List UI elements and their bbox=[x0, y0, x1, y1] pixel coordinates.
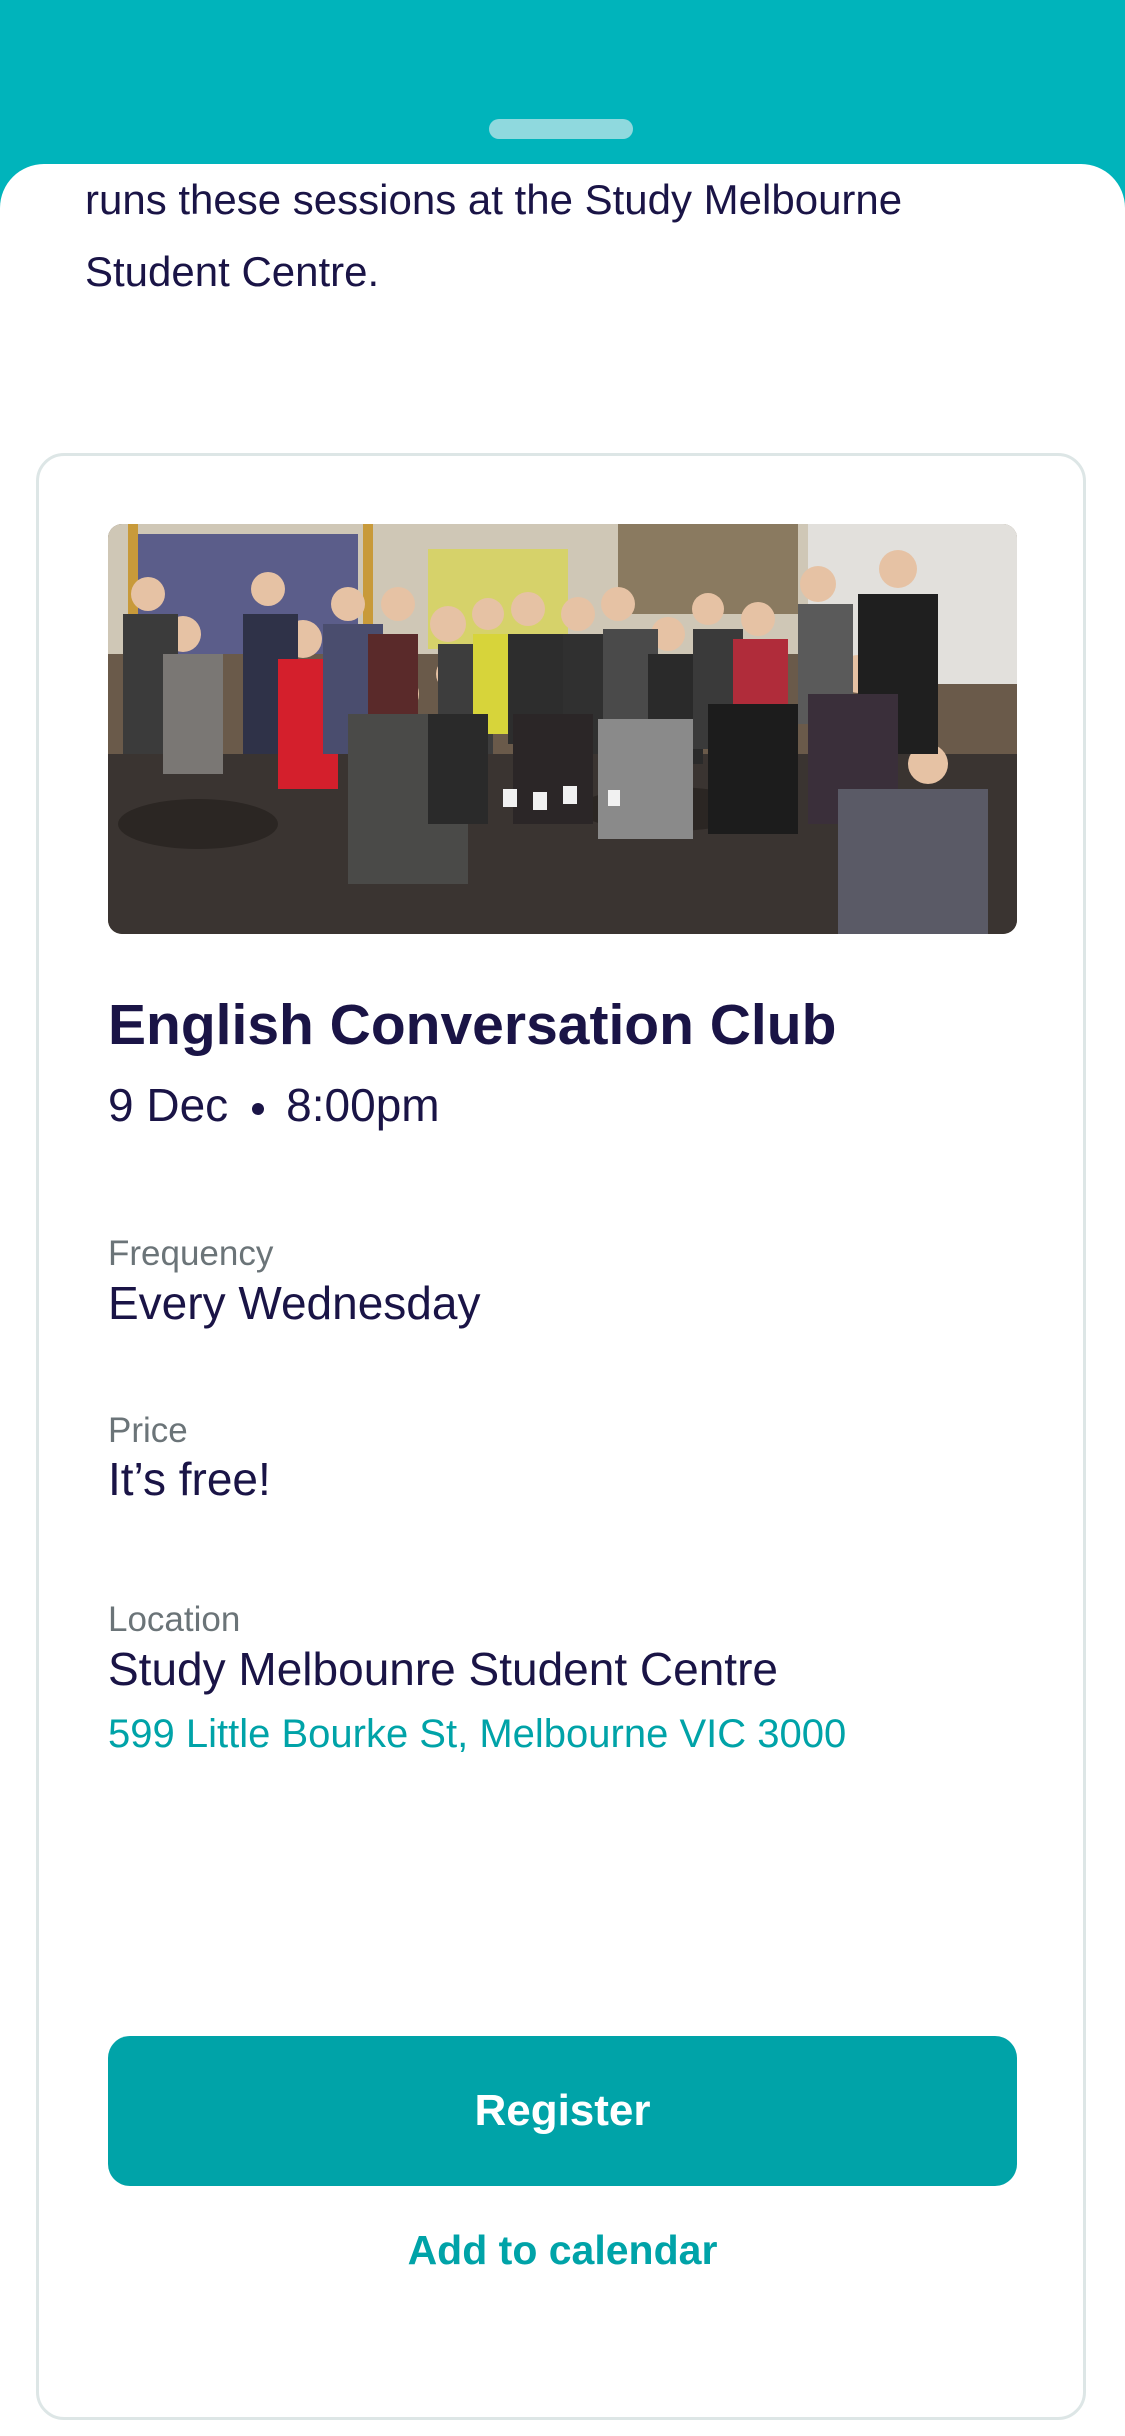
event-date-time: 9 Dec 8:00pm bbox=[108, 1078, 440, 1132]
intro-line-2: Student Centre. bbox=[85, 248, 380, 295]
frequency-value: Every Wednesday bbox=[108, 1277, 481, 1329]
add-to-calendar-link[interactable]: Add to calendar bbox=[108, 2227, 1017, 2274]
price-label: Price bbox=[108, 1411, 188, 1450]
register-button[interactable]: Register bbox=[108, 2036, 1017, 2186]
intro-text: runs these sessions at the Study Melbour… bbox=[85, 164, 1065, 308]
event-card: English Conversation Club 9 Dec 8:00pm Fr… bbox=[36, 453, 1086, 2420]
header-bar bbox=[0, 0, 1125, 180]
event-time: 8:00pm bbox=[286, 1079, 440, 1131]
group-photo-image bbox=[108, 524, 1017, 934]
intro-line-1: runs these sessions at the Study Melbour… bbox=[85, 176, 903, 223]
price-value: It’s free! bbox=[108, 1453, 271, 1505]
event-sheet: runs these sessions at the Study Melbour… bbox=[0, 164, 1125, 2436]
location-name: Study Melbounre Student Centre bbox=[108, 1643, 778, 1695]
frequency-label: Frequency bbox=[108, 1234, 274, 1273]
location-address-link[interactable]: 599 Little Bourke St, Melbourne VIC 3000 bbox=[108, 1712, 846, 1757]
location-label: Location bbox=[108, 1600, 241, 1639]
event-title: English Conversation Club bbox=[108, 993, 837, 1057]
event-date: 9 Dec bbox=[108, 1079, 229, 1131]
sheet-drag-handle[interactable] bbox=[489, 119, 633, 139]
event-photo bbox=[108, 524, 1017, 934]
separator-dot bbox=[252, 1102, 265, 1115]
